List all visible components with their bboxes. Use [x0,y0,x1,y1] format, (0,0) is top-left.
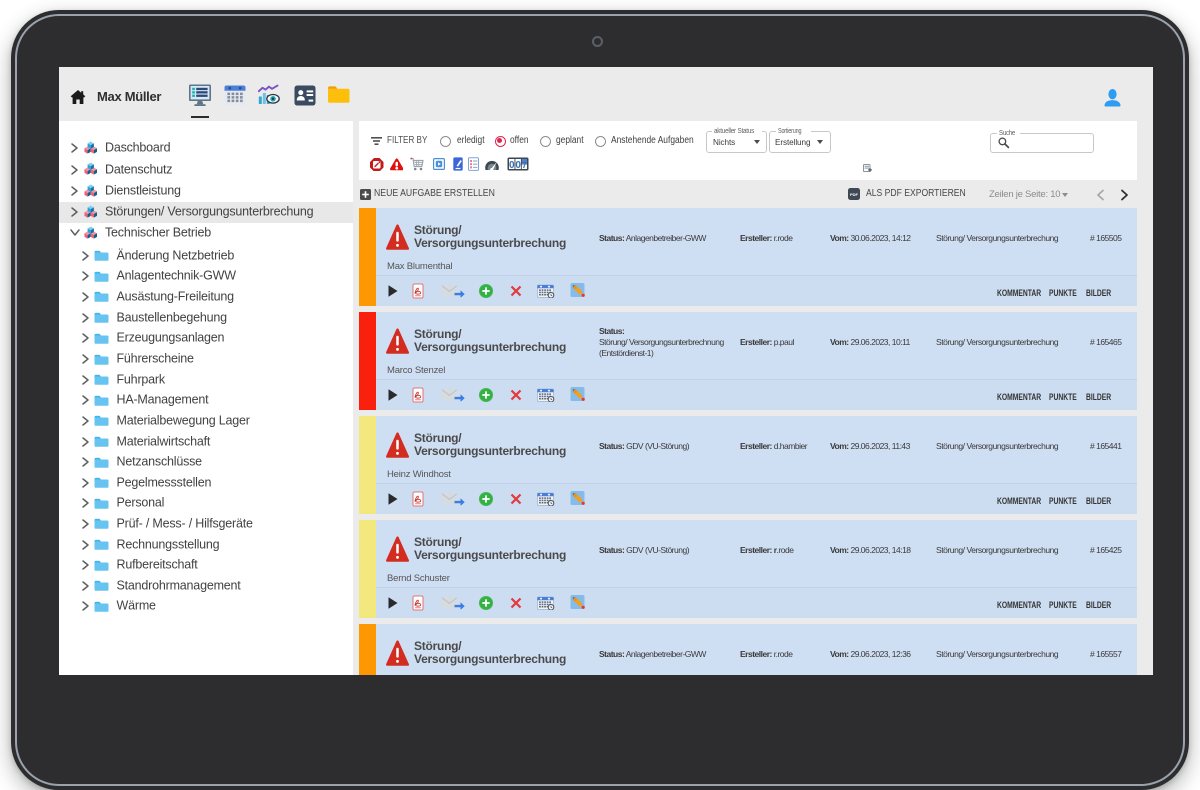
svg-text:PDF: PDF [850,192,859,197]
svg-text:7: 7 [522,160,527,170]
svg-text:0: 0 [516,160,522,171]
svg-text:0: 0 [509,160,515,171]
